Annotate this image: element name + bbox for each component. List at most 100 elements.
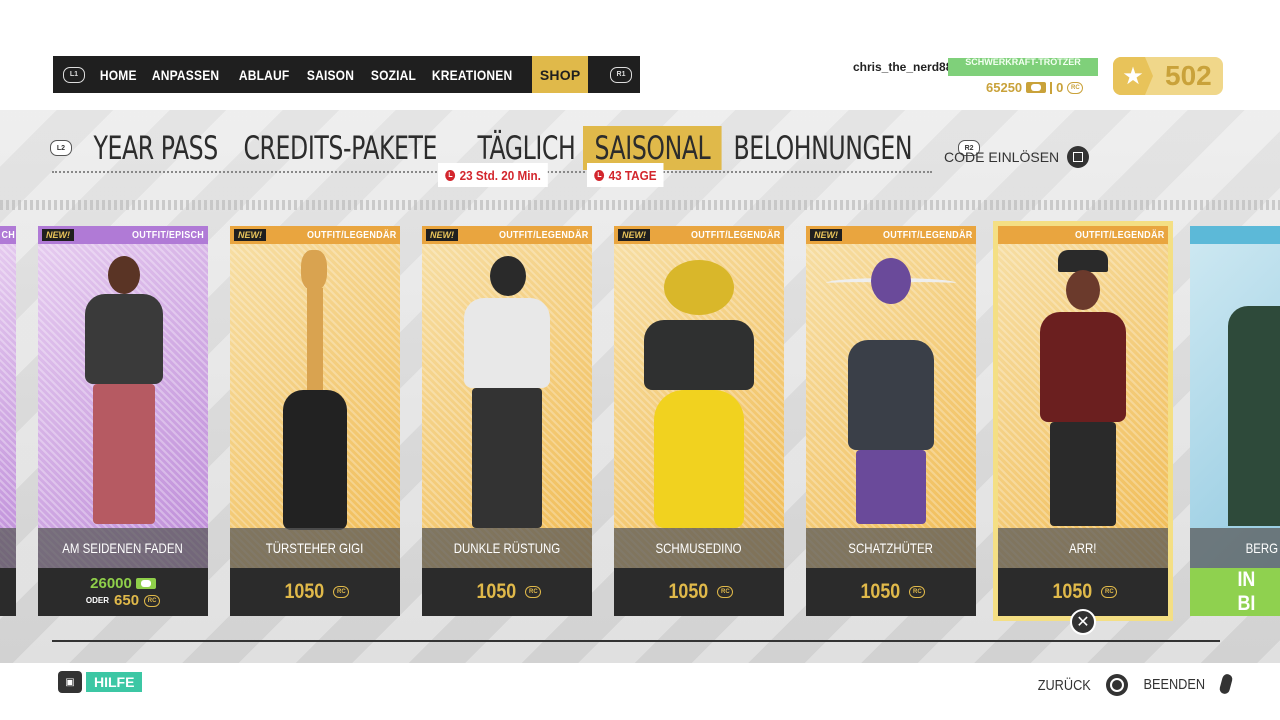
season-timer-text: 43 TAGE (608, 167, 657, 183)
r1-hint[interactable]: R1 (610, 66, 632, 83)
item-name: DUNKLE RÜSTUNG (422, 528, 592, 568)
help-button[interactable]: ▣ HILFE (58, 671, 143, 693)
credits-amount: 65250 (986, 80, 1023, 95)
l2-hint[interactable]: L2 (50, 140, 72, 156)
circle-button-icon (1105, 674, 1128, 696)
nav-saison[interactable]: SAISON (300, 56, 361, 93)
credits-icon (135, 578, 156, 589)
clock-icon (445, 169, 456, 181)
card-header: NEW! OUTFIT/LEGENDÄR (422, 226, 592, 244)
price: 1050 (1052, 580, 1092, 603)
price: 1050 (476, 580, 516, 603)
nav-kreationen[interactable]: KREATIONEN (425, 56, 519, 93)
partial-item-name: BERG (1190, 528, 1280, 568)
new-badge: NEW! (618, 229, 650, 241)
new-badge: NEW! (234, 229, 266, 241)
item-name: SCHATZHÜTER (806, 528, 976, 568)
touchpad-icon: ▣ (58, 671, 82, 693)
partial-card-left[interactable]: CH (0, 226, 16, 616)
nav-home[interactable]: HOME (93, 56, 144, 93)
shop-card-schmusedino[interactable]: NEW! OUTFIT/LEGENDÄR SCHMUSEDINO 1050 RC (614, 226, 784, 616)
new-badge: NEW! (42, 229, 74, 241)
rc-icon: RC (525, 586, 542, 598)
shop-card-dunkle-ruestung[interactable]: NEW! OUTFIT/LEGENDÄR DUNKLE RÜSTUNG 1050… (422, 226, 592, 616)
shop-card-arr[interactable]: OUTFIT/LEGENDÄR ARR! 1050 RC (993, 221, 1173, 621)
price: 1050 (284, 580, 324, 603)
rc-icon: RC (1067, 81, 1084, 94)
code-redeem-label: CODE EINLÖSEN (944, 149, 1060, 165)
rarity-label: OUTFIT/LEGENDÄR (498, 229, 588, 241)
card-header: NEW! OUTFIT/EPISCH (38, 226, 208, 244)
rc-amount: 0 (1056, 80, 1064, 95)
square-button-icon (1067, 146, 1090, 168)
nav-anpassen[interactable]: ANPASSEN (145, 56, 226, 93)
shop-card-schatzhueter[interactable]: NEW! OUTFIT/LEGENDÄR SCHATZHÜTER 1050 RC (806, 226, 976, 616)
daily-timer-text: 23 Std. 20 Min. (459, 167, 541, 183)
quit-label: BEENDEN (1143, 675, 1206, 693)
help-label: HILFE (86, 672, 143, 692)
card-header: OUTFIT/LEGENDÄR (998, 226, 1168, 244)
partial-rarity: CH (1, 229, 15, 241)
price-area: 1050 RC (230, 568, 400, 616)
card-header: NEW! OUTFIT/LEGENDÄR (806, 226, 976, 244)
currency-row: 65250 0 RC (986, 80, 1084, 95)
rc-icon: RC (909, 586, 926, 598)
price-area: 1050 RC (806, 568, 976, 616)
clock-icon (594, 169, 605, 181)
back-button[interactable]: ZURÜCK (1033, 674, 1128, 696)
shop-card-am-seidenen-faden[interactable]: NEW! OUTFIT/EPISCH AM SEIDENEN FADEN 260… (38, 226, 208, 616)
price-rc: 650 (114, 592, 140, 609)
outfit-preview (63, 256, 183, 526)
stars-count: 502 (1165, 60, 1212, 91)
cards-underline (52, 640, 1220, 642)
outfit-preview (255, 250, 375, 530)
rarity-label: OUTFIT/LEGENDÄR (882, 229, 972, 241)
price: 1050 (860, 580, 900, 603)
nav-shop[interactable]: SHOP (531, 56, 589, 93)
main-nav: L1 HOME ANPASSEN ABLAUF SAISON SOZIAL KR… (53, 56, 640, 93)
tab-year-pass[interactable]: YEAR PASS (82, 126, 229, 170)
partial-buy-button[interactable]: IN BI (1190, 568, 1280, 616)
item-name: TÜRSTEHER GIGI (230, 528, 400, 568)
partial-card-right[interactable]: BERG IN BI (1190, 226, 1280, 616)
options-icon (1218, 673, 1233, 695)
item-name: ARR! (998, 528, 1168, 568)
price-credits: 26000 (90, 575, 132, 592)
card-header: NEW! OUTFIT/LEGENDÄR (614, 226, 784, 244)
card-header: NEW! OUTFIT/LEGENDÄR (230, 226, 400, 244)
new-badge: NEW! (810, 229, 842, 241)
stars-panel: ★ 502 (1113, 57, 1223, 95)
outfit-preview (624, 260, 774, 530)
rank-badge: SCHWERKRAFT-TROTZER (948, 58, 1098, 76)
price: 1050 (668, 580, 708, 603)
l1-hint[interactable]: L1 (63, 66, 85, 83)
back-label: ZURÜCK (1037, 676, 1091, 694)
outfit-preview (1018, 250, 1148, 530)
shop-card-tuersteher-gigi[interactable]: NEW! OUTFIT/LEGENDÄR TÜRSTEHER GIGI 1050… (230, 226, 400, 616)
price-area: 1050 RC (614, 568, 784, 616)
credits-icon (1026, 82, 1047, 93)
rarity-label: OUTFIT/EPISCH (131, 229, 204, 241)
season-timer: 43 TAGE (587, 163, 664, 187)
tab-credits-pakete[interactable]: CREDITS-PAKETE (232, 126, 449, 170)
outfit-preview (442, 256, 572, 531)
price-area: 26000 ODER 650 RC (38, 568, 208, 616)
nav-sozial[interactable]: SOZIAL (364, 56, 423, 93)
rc-icon: RC (717, 586, 734, 598)
item-name: SCHMUSEDINO (614, 528, 784, 568)
username: chris_the_nerd88 (853, 60, 953, 74)
tab-belohnungen[interactable]: BELOHNUNGEN (722, 126, 924, 170)
outfit-preview (816, 250, 966, 530)
currency-divider (1050, 81, 1053, 94)
rc-icon: RC (1101, 586, 1118, 598)
daily-timer: 23 Std. 20 Min. (438, 163, 549, 187)
code-redeem-button[interactable]: CODE EINLÖSEN (944, 146, 1090, 168)
quit-button[interactable]: BEENDEN (1138, 673, 1233, 695)
or-label: ODER (85, 596, 110, 605)
rarity-label: OUTFIT/LEGENDÄR (1074, 229, 1164, 241)
new-badge: NEW! (426, 229, 458, 241)
rc-icon: RC (144, 594, 161, 607)
nav-ablauf[interactable]: ABLAUF (232, 56, 296, 93)
hatch-divider (0, 200, 1280, 210)
cross-button-icon[interactable]: ✕ (1070, 609, 1096, 635)
